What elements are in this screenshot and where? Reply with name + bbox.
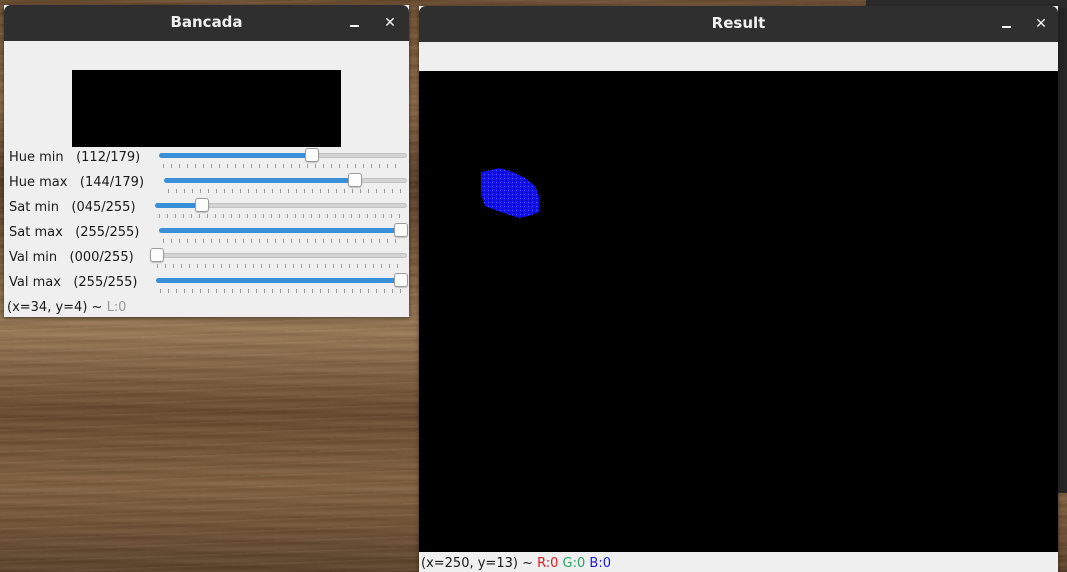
slider-handle[interactable] bbox=[194, 198, 209, 212]
trackbar-name: Val min bbox=[9, 250, 58, 265]
result-status-bar: (x=250, y=13) ~ R:0 G:0 B:0 bbox=[421, 556, 611, 571]
slider-handle[interactable] bbox=[150, 248, 164, 262]
slider-fill bbox=[159, 228, 401, 233]
bancada-close-button[interactable]: ✕ bbox=[378, 11, 402, 35]
trackbar-slider[interactable] bbox=[164, 172, 407, 194]
slider-handle[interactable] bbox=[394, 223, 408, 237]
trackbar-value: (045/255) bbox=[71, 200, 136, 215]
minimize-icon bbox=[350, 25, 359, 27]
result-image-canvas[interactable] bbox=[419, 71, 1058, 552]
trackbar-value: (144/179) bbox=[79, 175, 145, 190]
cursor-coordinates: (x=250, y=13) ~ bbox=[421, 556, 533, 571]
green-value: G:0 bbox=[562, 556, 586, 571]
trackbar-row: Sat max (255/255) bbox=[4, 222, 409, 247]
trackbar-value: (255/255) bbox=[73, 275, 138, 290]
trackbar-row: Hue min (112/179) bbox=[4, 147, 409, 172]
slider-rail bbox=[153, 253, 407, 258]
detected-blue-mask bbox=[481, 168, 539, 218]
trackbar-label: Hue max (144/179) bbox=[9, 175, 144, 190]
trackbar-name: Hue min bbox=[9, 150, 64, 165]
cursor-coordinates: (x=34, y=4) ~ bbox=[7, 300, 103, 315]
trackbar-label: Hue min (112/179) bbox=[9, 150, 140, 165]
level-readout: L:0 bbox=[106, 300, 127, 315]
slider-ticks bbox=[163, 239, 403, 243]
red-value: R:0 bbox=[537, 556, 559, 571]
trackbar-value: (112/179) bbox=[76, 150, 141, 165]
slider-fill bbox=[164, 178, 356, 183]
blue-value: B:0 bbox=[589, 556, 611, 571]
minimize-icon bbox=[1002, 26, 1011, 28]
background-window-edge bbox=[1058, 8, 1067, 493]
trackbar-slider[interactable] bbox=[155, 197, 407, 219]
trackbar-row: Val min (000/255) bbox=[4, 247, 409, 272]
result-title: Result bbox=[711, 14, 766, 32]
slider-fill bbox=[159, 153, 312, 158]
result-window: Result ✕ (x=250, y=13) ~ R:0 G:0 B:0 bbox=[419, 6, 1058, 572]
result-minimize-button[interactable] bbox=[995, 12, 1019, 36]
trackbar-slider[interactable] bbox=[159, 147, 407, 169]
preview-image bbox=[72, 70, 341, 147]
slider-handle[interactable] bbox=[394, 273, 408, 287]
slider-handle[interactable] bbox=[348, 173, 363, 187]
trackbar-name: Hue max bbox=[9, 175, 68, 190]
trackbar-value: (255/255) bbox=[75, 225, 140, 240]
bancada-minimize-button[interactable] bbox=[343, 11, 367, 35]
trackbar-slider[interactable] bbox=[156, 272, 408, 294]
close-icon: ✕ bbox=[1035, 16, 1047, 32]
trackbar-label: Sat min (045/255) bbox=[9, 200, 136, 215]
trackbar-row: Sat min (045/255) bbox=[4, 197, 409, 222]
close-icon: ✕ bbox=[384, 15, 396, 31]
trackbar-slider[interactable] bbox=[159, 222, 408, 244]
trackbar-name: Sat min bbox=[9, 200, 59, 215]
trackbar-row: Hue max (144/179) bbox=[4, 172, 409, 197]
trackbar-name: Sat max bbox=[9, 225, 63, 240]
result-toolbar bbox=[419, 42, 1058, 71]
trackbar-value: (000/255) bbox=[69, 250, 134, 265]
slider-fill bbox=[156, 278, 401, 283]
bancada-window: Bancada ✕ Hue min (112/179) Hue max (144/… bbox=[4, 5, 409, 317]
slider-ticks bbox=[160, 289, 403, 293]
trackbar-name: Val max bbox=[9, 275, 61, 290]
bancada-titlebar[interactable]: Bancada ✕ bbox=[4, 5, 409, 41]
trackbar-label: Sat max (255/255) bbox=[9, 225, 139, 240]
slider-ticks bbox=[168, 189, 403, 193]
result-titlebar[interactable]: Result ✕ bbox=[419, 6, 1058, 42]
bancada-status-bar: (x=34, y=4) ~ L:0 bbox=[7, 300, 126, 315]
trackbar-label: Val min (000/255) bbox=[9, 250, 134, 265]
slider-ticks bbox=[163, 164, 403, 168]
slider-ticks bbox=[157, 264, 403, 268]
result-close-button[interactable]: ✕ bbox=[1029, 12, 1053, 36]
trackbar-label: Val max (255/255) bbox=[9, 275, 137, 290]
trackbar-row: Val max (255/255) bbox=[4, 272, 409, 297]
slider-handle[interactable] bbox=[304, 148, 319, 162]
slider-ticks bbox=[159, 214, 403, 218]
trackbar-slider[interactable] bbox=[150, 247, 407, 269]
